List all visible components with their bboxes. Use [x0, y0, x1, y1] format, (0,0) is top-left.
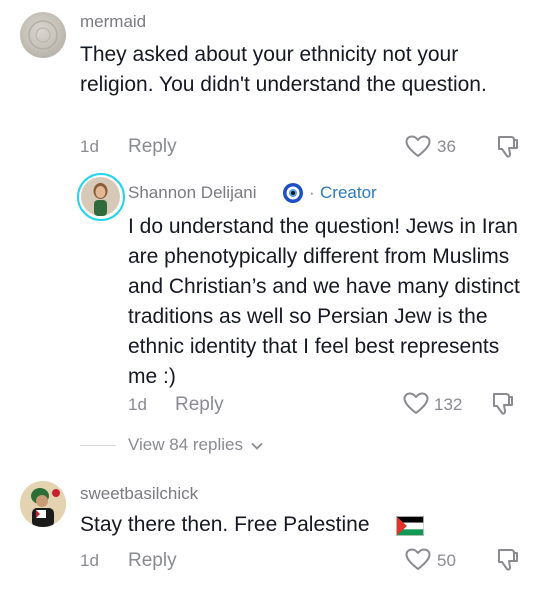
badge-separator: · — [309, 183, 315, 202]
dislike-icon[interactable] — [496, 547, 520, 573]
reply-button[interactable]: Reply — [175, 394, 224, 416]
heart-icon[interactable] — [405, 135, 431, 159]
avatar-image — [28, 20, 58, 50]
creator-badge: Creator — [320, 183, 377, 202]
avatar[interactable] — [20, 12, 66, 58]
view-replies-link[interactable]: View 84 replies — [128, 435, 263, 455]
comment-text: I do understand the question! Jews in Ir… — [128, 215, 520, 388]
chevron-down-icon — [251, 442, 263, 450]
comment-text: They asked about your ethnicity not your… — [80, 43, 487, 96]
divider-line — [80, 445, 116, 446]
avatar-image — [20, 481, 66, 527]
nazar-eye-icon — [283, 183, 303, 203]
reply-button[interactable]: Reply — [128, 136, 177, 158]
like-count: 50 — [437, 551, 456, 570]
comment-time: 1d — [80, 137, 99, 156]
reply-button[interactable]: Reply — [128, 550, 177, 572]
comment-time: 1d — [80, 551, 99, 570]
avatar[interactable] — [77, 173, 125, 221]
like-count: 132 — [434, 395, 463, 414]
username[interactable]: sweetbasilchick — [80, 484, 198, 504]
username[interactable]: mermaid — [80, 12, 146, 32]
dislike-icon[interactable] — [496, 134, 520, 160]
heart-icon[interactable] — [403, 392, 429, 416]
avatar[interactable] — [20, 481, 66, 527]
avatar-image — [81, 177, 120, 216]
comment-time: 1d — [128, 395, 147, 414]
dislike-icon[interactable] — [491, 391, 515, 417]
like-count: 36 — [437, 137, 456, 156]
username[interactable]: Shannon Delijani — [128, 183, 257, 203]
comment-text: Stay there then. Free Palestine — [80, 513, 370, 536]
heart-icon[interactable] — [405, 548, 431, 572]
view-replies-label: View 84 replies — [128, 435, 243, 454]
palestine-flag-icon — [396, 516, 424, 536]
